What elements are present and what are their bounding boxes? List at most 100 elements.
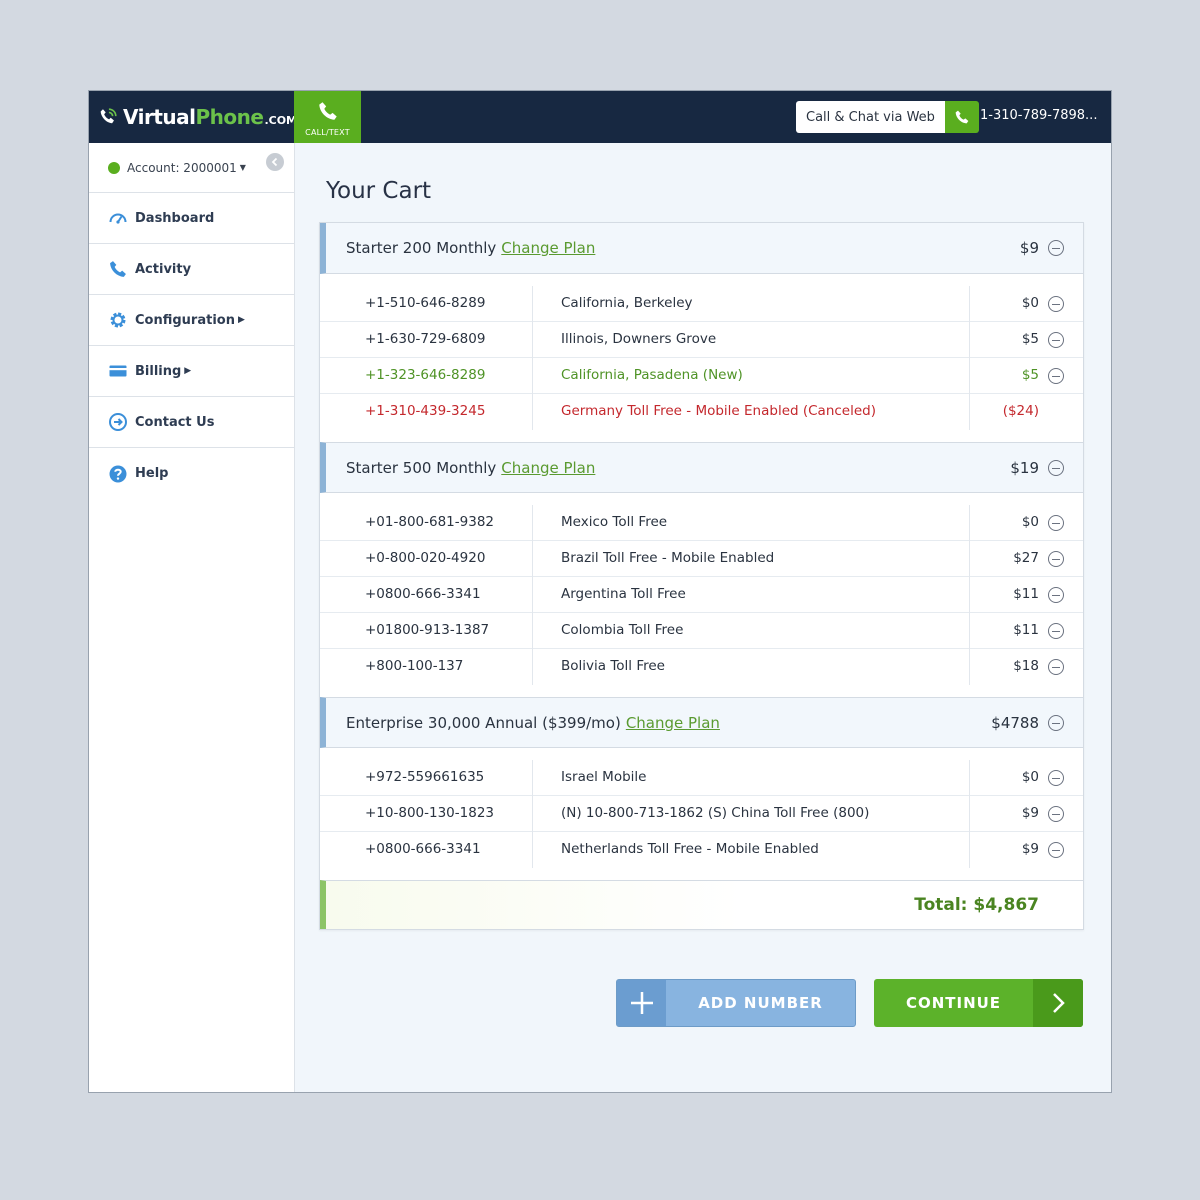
plan-name: Starter 200 Monthly: [346, 239, 497, 257]
sidebar-item-billing[interactable]: Billing ▶: [89, 346, 294, 397]
line-number: +10-800-130-1823: [365, 805, 494, 821]
line-number: +0-800-020-4920: [365, 550, 486, 566]
sidebar-item-help[interactable]: Help: [89, 448, 294, 499]
remove-line-icon[interactable]: [1048, 659, 1064, 675]
column-divider: [532, 796, 533, 832]
remove-line-icon[interactable]: [1048, 587, 1064, 603]
chevron-right-icon: [1033, 979, 1083, 1027]
table-row: +01-800-681-9382 Mexico Toll Free $0: [320, 505, 1083, 541]
column-divider: [969, 541, 970, 577]
plan-name: Starter 500 Monthly: [346, 458, 497, 477]
table-row: +1-323-646-8289 California, Pasadena (Ne…: [320, 358, 1083, 394]
call-text-button[interactable]: CALL/TEXT: [294, 91, 361, 143]
logo[interactable]: Virtual Phone .COM: [97, 105, 297, 129]
cart-total: Total: $4,867: [914, 895, 1039, 915]
sidebar-item-label: Help: [135, 466, 169, 481]
column-divider: [532, 613, 533, 649]
contact-icon: [109, 413, 127, 431]
continue-label: CONTINUE: [905, 994, 1002, 1012]
column-divider: [969, 322, 970, 358]
main-content: Your Cart Starter 200 Monthly Change Pla…: [295, 143, 1111, 1092]
caret-right-icon: ▶: [237, 315, 245, 325]
table-row: +800-100-137 Bolivia Toll Free $18: [320, 649, 1083, 685]
continue-button[interactable]: CONTINUE: [874, 979, 1083, 1027]
line-number: +800-100-137: [365, 658, 464, 674]
line-number: +1-510-646-8289: [365, 295, 486, 311]
line-number: +1-323-646-8289: [365, 367, 486, 383]
app-window: Virtual Phone .COM CALL/TEXT Call & Chat v…: [88, 90, 1112, 1093]
column-divider: [532, 286, 533, 322]
table-row: +0800-666-3341 Netherlands Toll Free - M…: [320, 832, 1083, 868]
plan-header: Starter 500 Monthly Change Plan $19: [320, 442, 1083, 493]
remove-line-icon[interactable]: [1048, 332, 1064, 348]
plan-header: Starter 200 Monthly Change Plan $9: [320, 223, 1083, 274]
sidebar-item-activity[interactable]: Activity: [89, 244, 294, 295]
line-location: Argentina Toll Free: [561, 586, 686, 602]
credit-card-icon: [109, 365, 127, 377]
remove-line-icon[interactable]: [1048, 551, 1064, 567]
table-row: +972-559661635 Israel Mobile $0: [320, 760, 1083, 796]
column-divider: [532, 832, 533, 868]
line-price: $5: [1021, 367, 1039, 383]
line-location: California, Berkeley: [561, 295, 693, 311]
account-selector[interactable]: Account: 2000001 ▼: [89, 143, 294, 193]
line-location: Netherlands Toll Free - Mobile Enabled: [561, 841, 819, 857]
account-phone-number[interactable]: 1-310-789-7898...: [980, 108, 1097, 123]
status-dot-icon: [108, 161, 120, 174]
change-plan-link[interactable]: Change Plan: [501, 459, 595, 477]
table-row: +0-800-020-4920 Brazil Toll Free - Mobil…: [320, 541, 1083, 577]
line-location: (N) 10-800-713-1862 (S) China Toll Free …: [561, 805, 870, 821]
caret-right-icon: ▶: [184, 366, 192, 376]
line-location: Brazil Toll Free - Mobile Enabled: [561, 550, 775, 566]
line-location: Israel Mobile: [561, 769, 647, 785]
remove-line-icon[interactable]: [1048, 842, 1064, 858]
sidebar-item-label: Billing: [135, 363, 182, 379]
remove-line-icon[interactable]: [1048, 770, 1064, 786]
line-number: +0800-666-3341: [365, 586, 481, 602]
line-price: $0: [1021, 295, 1039, 311]
change-plan-link[interactable]: Change Plan: [626, 714, 720, 732]
line-price: $11: [1013, 586, 1039, 602]
table-row: +1-510-646-8289 California, Berkeley $0: [320, 286, 1083, 322]
plan-header: Enterprise 30,000 Annual ($399/mo) Chang…: [320, 697, 1083, 748]
sidebar-item-configuration[interactable]: Configuration ▶: [89, 295, 294, 346]
dashboard-icon: [109, 213, 127, 224]
column-divider: [969, 286, 970, 322]
line-location: Colombia Toll Free: [561, 622, 684, 638]
plan-lines: +01-800-681-9382 Mexico Toll Free $0 +0-…: [320, 493, 1083, 697]
web-call-button[interactable]: Call & Chat via Web: [796, 101, 979, 133]
sidebar-item-dashboard[interactable]: Dashboard: [89, 193, 294, 244]
line-location: Mexico Toll Free: [561, 514, 668, 530]
column-divider: [969, 394, 970, 430]
column-divider: [969, 796, 970, 832]
top-bar: Virtual Phone .COM CALL/TEXT Call & Chat v…: [89, 91, 1111, 143]
web-call-phone-button[interactable]: [944, 101, 979, 133]
remove-line-icon[interactable]: [1048, 515, 1064, 531]
line-location: California, Pasadena (New): [561, 367, 743, 383]
column-divider: [532, 577, 533, 613]
line-location: Germany Toll Free - Mobile Enabled (Canc…: [561, 403, 877, 419]
phone-icon: [955, 110, 969, 124]
column-divider: [532, 394, 533, 430]
plan-price: $4788: [991, 714, 1039, 732]
line-number: +0800-666-3341: [365, 841, 481, 857]
column-divider: [532, 649, 533, 685]
remove-plan-icon[interactable]: [1048, 460, 1064, 476]
remove-line-icon[interactable]: [1048, 368, 1064, 384]
remove-line-icon[interactable]: [1048, 296, 1064, 312]
sidebar-item-contact-us[interactable]: Contact Us: [89, 397, 294, 448]
column-divider: [532, 505, 533, 541]
change-plan-link[interactable]: Change Plan: [501, 239, 595, 257]
remove-line-icon[interactable]: [1048, 623, 1064, 639]
total-bar: Total: $4,867: [320, 880, 1083, 929]
remove-plan-icon[interactable]: [1048, 715, 1064, 731]
sidebar-item-label: Dashboard: [135, 210, 215, 226]
line-price: $0: [1021, 514, 1039, 530]
line-number: +1-630-729-6809: [365, 331, 486, 347]
add-number-button[interactable]: ADD NUMBER: [616, 979, 856, 1027]
remove-line-icon[interactable]: [1048, 806, 1064, 822]
remove-plan-icon[interactable]: [1048, 240, 1064, 256]
plan-lines: +1-510-646-8289 California, Berkeley $0 …: [320, 274, 1083, 442]
phone-icon: [110, 261, 126, 277]
collapse-sidebar-button[interactable]: [266, 153, 284, 171]
